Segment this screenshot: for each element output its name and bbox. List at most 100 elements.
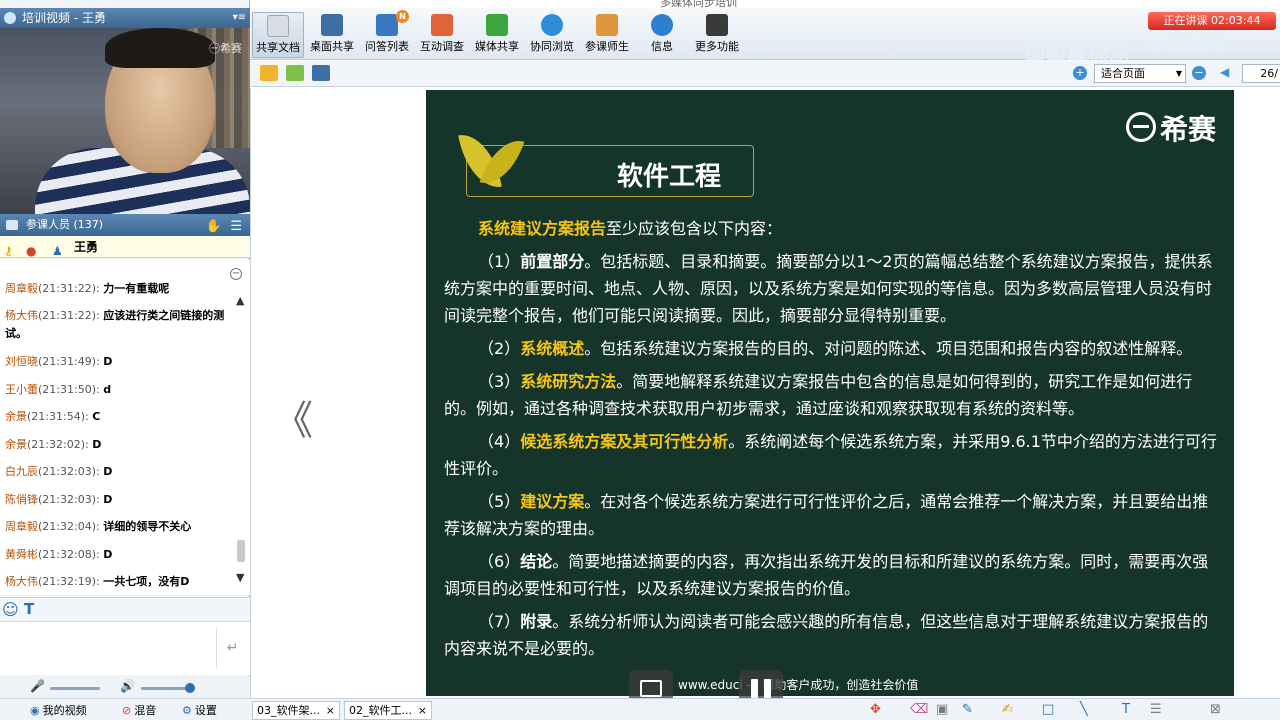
chevron-down-icon: ▼ (1175, 69, 1182, 78)
chat-text: D (103, 548, 113, 561)
page-number-field[interactable]: 26/ (1242, 64, 1280, 83)
video-panel-header: 培训视频 - 王勇 ▾≡ (0, 8, 250, 28)
item-number: （7） (478, 612, 521, 631)
chat-text: 详细的领导不关心 (103, 520, 192, 533)
attendees-button[interactable]: 参课师生 (581, 12, 633, 58)
clear-icon[interactable]: ▣ (936, 702, 948, 717)
window-titlebar: 多媒体同步培训 (250, 0, 1280, 9)
close-icon[interactable]: × (326, 702, 335, 719)
speaker-volume-slider[interactable] (141, 683, 195, 693)
chat-message: 刘恒晓(21:31:49): D (5, 353, 230, 371)
previous-slide-button[interactable]: 《 (273, 388, 313, 446)
chat-time: (21:31:22): (38, 282, 100, 295)
media-share-button[interactable]: 媒体共享 (471, 12, 523, 58)
document-tab[interactable]: 02_软件工... × (344, 701, 432, 720)
previous-page-icon[interactable]: ◀ (1220, 65, 1229, 79)
text-format-icon[interactable]: T (24, 600, 34, 618)
presenter-video: ㊀希赛 (0, 28, 250, 214)
bottom-controls: ◉ 我的视频 ⊘ 混音 ⚙ 设置 (0, 698, 250, 720)
open-folder-icon[interactable] (260, 65, 278, 81)
save-icon[interactable] (312, 65, 330, 81)
zoom-in-icon[interactable]: + (1073, 66, 1087, 80)
emoji-icon[interactable]: ☺ (2, 600, 19, 619)
chat-time: (21:32:08): (38, 548, 100, 561)
pen-icon[interactable]: ✎ (962, 702, 973, 717)
desktop-share-button[interactable]: 桌面共享 (306, 12, 358, 58)
microphone-icon[interactable]: 🎤 (30, 679, 45, 693)
toolbar-label: 媒体共享 (475, 40, 519, 53)
pointer-tool-icon[interactable]: ✥ (870, 702, 881, 717)
zoom-select[interactable]: 适合页面 ▼ (1094, 64, 1186, 83)
item-heading: 候选系统方案及其可行性分析 (520, 432, 729, 451)
item-heading: 系统概述 (520, 339, 585, 358)
slide-item: （2）系统概述。包括系统建议方案报告的目的、对问题的陈述、项目范围和报告内容的叙… (444, 335, 1222, 362)
chat-input[interactable]: ↵ (0, 621, 250, 675)
chat-scrollbar[interactable]: ▲ ▼ (234, 294, 248, 584)
more-functions-button[interactable]: 更多功能 (691, 12, 743, 58)
tab-label: 03_软件架... (257, 704, 320, 717)
new-file-icon[interactable] (286, 65, 304, 81)
chat-sender: 周章毅 (5, 282, 38, 295)
text-tool-icon[interactable]: T (1122, 702, 1130, 717)
scroll-thumb[interactable] (237, 540, 245, 562)
settings-button[interactable]: ⚙ 设置 (182, 702, 217, 718)
chat-message: 陈俏锋(21:32:03): D (5, 491, 230, 509)
chat-message: 王小蕾(21:31:50): d (5, 381, 230, 399)
chat-text: C (92, 410, 101, 423)
browser-icon (541, 14, 563, 36)
item-heading: 结论 (520, 552, 553, 571)
speaker-icon[interactable]: 🔊 (120, 679, 135, 693)
slide-logo: 希赛 (1125, 108, 1216, 148)
close-icon[interactable]: × (418, 702, 427, 719)
highlighter-icon[interactable]: ✍ (1002, 702, 1013, 717)
video-menu-icon[interactable]: ▾≡ (233, 8, 246, 28)
share-document-button[interactable]: 共享文档 (252, 12, 304, 58)
video-watermark: ㊀希赛 (209, 42, 242, 55)
mic-volume-slider[interactable] (50, 687, 100, 690)
chat-text: d (103, 383, 112, 396)
item-text: 。系统分析师认为阅读者可能会感兴趣的所有信息，但这些信息对于理解系统建议方案报告… (444, 612, 1209, 658)
participants-header[interactable]: 参课人员 (137) ✋ ☰ (0, 214, 250, 236)
rectangle-icon[interactable]: □ (1042, 702, 1054, 717)
audio-controls: 🎤 🔊 (0, 676, 250, 698)
scroll-down-icon[interactable]: ▼ (236, 571, 244, 584)
co-browse-button[interactable]: 协同浏览 (526, 12, 578, 58)
my-video-label: 我的视频 (42, 704, 87, 717)
collapse-icon[interactable]: − (230, 268, 242, 280)
item-number: （5） (478, 492, 521, 511)
chat-text: 力一有重载呢 (103, 282, 170, 295)
menu-icon[interactable]: ☰ (1150, 702, 1162, 717)
chat-time: (21:32:03): (38, 493, 100, 506)
toolbar-label: 互动调查 (420, 40, 464, 53)
send-icon[interactable]: ↵ (216, 628, 248, 668)
left-panel: 培训视频 - 王勇 ▾≡ ㊀希赛 参课人员 (137) ✋ ☰ ⚷ ● ♟ 王勇… (0, 0, 250, 720)
monitor-icon (321, 14, 343, 36)
presenter-row[interactable]: ⚷ ● ♟ 王勇 (0, 236, 250, 258)
speaker-volume-knob[interactable] (185, 683, 195, 693)
survey-button[interactable]: 互动调查 (416, 12, 468, 58)
main-toolbar: 共享文档 桌面共享 N 问答列表 互动调查 媒体共享 协同浏览 参课师生 信息 … (250, 8, 1280, 64)
bar-chart-icon (431, 14, 453, 36)
line-icon[interactable]: ╲ (1080, 702, 1088, 717)
eraser-icon[interactable]: ⌫ (910, 702, 928, 717)
mix-button[interactable]: ⊘ 混音 (122, 702, 156, 718)
chat-sender: 周章毅 (5, 520, 38, 533)
intro-text: 至少应该包含以下内容： (606, 219, 783, 238)
info-button[interactable]: 信息 (636, 12, 688, 58)
delete-icon[interactable]: ⊠ (1210, 702, 1221, 717)
gear-icon: ⚙ (182, 704, 192, 717)
raise-hand-icon[interactable]: ✋ (206, 216, 222, 238)
list-view-icon[interactable]: ☰ (230, 216, 242, 238)
qa-list-button[interactable]: N 问答列表 (361, 10, 413, 58)
scroll-up-icon[interactable]: ▲ (236, 294, 244, 307)
presenter-name: 王勇 (74, 240, 99, 254)
zoom-out-icon[interactable]: − (1192, 66, 1206, 80)
chat-time: (21:31:49): (38, 355, 100, 368)
my-video-button[interactable]: ◉ 我的视频 (30, 702, 87, 718)
chat-text: D (103, 355, 113, 368)
document-tab[interactable]: 03_软件架... × (252, 701, 340, 720)
zoom-value: 适合页面 (1101, 67, 1145, 80)
item-text: 。包括系统建议方案报告的目的、对问题的陈述、项目范围和报告内容的叙述性解释。 (584, 339, 1193, 358)
slide-item: （4）候选系统方案及其可行性分析。系统阐述每个候选系统方案，并采用9.6.1节中… (444, 428, 1222, 482)
slide-item: （5）建议方案。在对各个候选系统方案进行可行性评价之后，通常会推荐一个解决方案，… (444, 488, 1222, 542)
